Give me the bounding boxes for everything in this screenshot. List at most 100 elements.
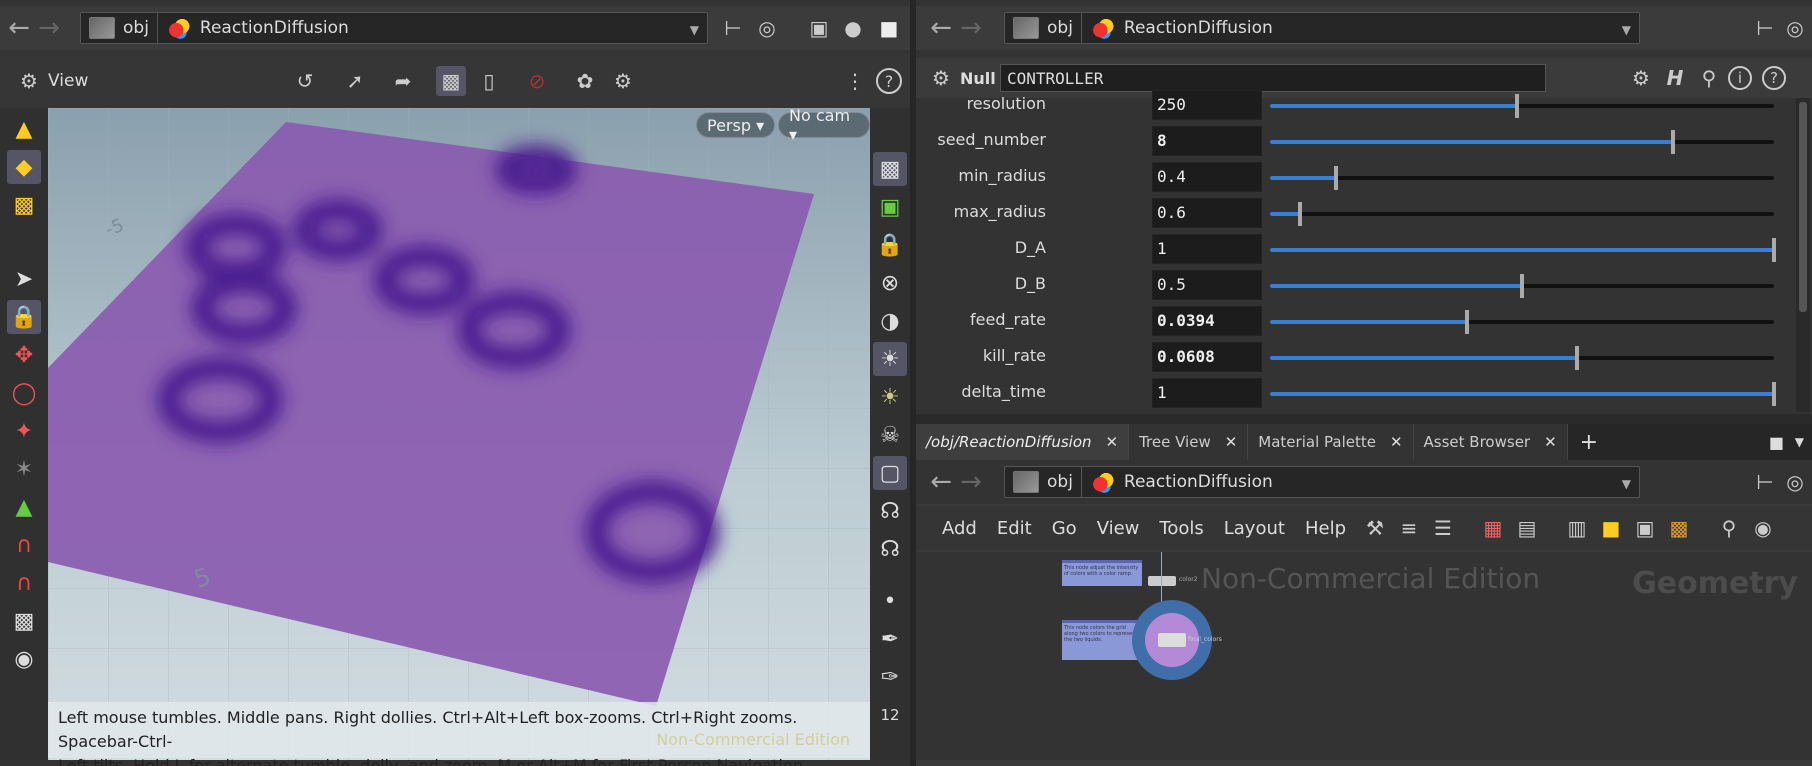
chevron-down-icon[interactable]: ▼ [1795,435,1804,449]
snap-magnet-icon[interactable]: ∩ [7,528,41,562]
dolly-tool-icon[interactable]: ➦ [388,66,418,96]
sticky-note-2[interactable]: This node colors the grid along two colo… [1062,620,1142,660]
slider-handle[interactable] [1333,166,1338,190]
chevron-down-icon[interactable]: ▼ [1622,23,1631,37]
camera-menu[interactable]: No cam ▾ [778,108,870,144]
menu-view[interactable]: View [1087,518,1150,539]
shading-mode-icon[interactable]: ▢ [873,456,907,490]
back-arrow-icon[interactable]: ← [926,467,956,497]
forward-arrow-icon[interactable]: → [956,13,986,43]
magnet-icon[interactable]: ∩ [7,566,41,600]
param-value-field[interactable]: 0.6 [1152,198,1262,228]
lock-camera-icon[interactable]: 🔒 [873,228,907,262]
param-value-field[interactable]: 0.4 [1152,162,1262,192]
menu-add[interactable]: Add [932,518,987,539]
3d-viewport[interactable]: -5 5 Persp ▾ No cam ▾ [48,108,870,760]
camera-lock-icon[interactable]: ▩ [436,66,466,96]
display-bounds-icon[interactable]: ▣ [873,190,907,224]
search-icon[interactable]: ⚲ [1714,513,1744,543]
construction-plane-icon[interactable]: ▩ [7,604,41,638]
param-slider[interactable] [1270,202,1774,226]
light-bulb-off-icon[interactable]: ☀ [873,380,907,414]
crumb-node[interactable]: ReactionDiffusion [158,13,357,43]
pane-divider[interactable] [910,0,916,766]
ghost-icon[interactable]: ☠ [873,418,907,452]
handle-tool-icon[interactable]: ✶ [7,452,41,486]
menu-help[interactable]: Help [1295,518,1356,539]
param-slider[interactable] [1270,346,1774,370]
crumb-obj[interactable]: obj [81,13,157,43]
pin-icon[interactable]: ⊢ [718,13,748,43]
slider-handle[interactable] [1514,94,1519,118]
tiles-icon[interactable]: ▤ [1512,513,1542,543]
rotate-tool-icon[interactable]: ✦ [7,414,41,448]
view-options-icon[interactable]: ⋮ [840,66,870,96]
brush-icon[interactable]: ✒ [873,622,907,656]
info-icon[interactable]: i [1728,66,1752,90]
light-bulb-icon[interactable]: ☀ [873,342,907,376]
param-value-field[interactable]: 1 [1152,378,1262,408]
slider-handle[interactable] [1298,202,1303,226]
back-arrow-icon[interactable]: ← [926,13,956,43]
forward-arrow-icon[interactable]: → [956,467,986,497]
tab-tree-view[interactable]: Tree View ✕ [1129,424,1249,460]
pose-tool-icon[interactable]: ▲ [7,490,41,524]
help-icon[interactable]: ? [876,68,902,94]
param-value-field[interactable]: 8 [1152,126,1262,156]
sticky-note-icon[interactable]: ■ [1596,513,1626,543]
slider-handle[interactable] [1520,274,1524,298]
crumb-node[interactable]: ReactionDiffusion [1082,13,1281,43]
chevron-down-icon[interactable]: ▼ [690,23,699,37]
maximize-icon[interactable]: ■ [1769,433,1784,452]
crumb-obj[interactable]: obj [1005,13,1081,43]
eye-icon[interactable]: ◉ [1748,513,1778,543]
tab-obj-reactiondiffusion[interactable]: /obj/ReactionDiffusion ✕ [916,424,1130,460]
param-value-field[interactable]: 0.0394 [1152,306,1262,336]
network-breadcrumb[interactable]: obj ReactionDiffusion ▼ [1004,466,1640,498]
param-slider[interactable] [1270,274,1774,298]
white-square-icon[interactable]: ■ [874,13,904,43]
pin-icon[interactable]: ⊢ [1750,467,1780,497]
select-tool-icon[interactable]: ➤ [7,262,41,296]
param-value-field[interactable]: 0.0608 [1152,342,1262,372]
grid-icon[interactable]: ▦ [1478,513,1508,543]
slider-handle[interactable] [1772,238,1776,262]
scale-tool-icon[interactable]: ◯ [7,376,41,410]
chevron-down-icon[interactable]: ▼ [1622,477,1631,491]
sticky-note-1[interactable]: This node adjust the intensity of colors… [1062,560,1142,586]
headlight-icon[interactable]: ◑ [873,304,907,338]
slider-handle[interactable] [1772,382,1776,406]
reel-icon[interactable]: ◉ [7,642,41,676]
selection-mode-points-icon[interactable]: ▲ [7,112,41,146]
transform-tool-icon[interactable]: ✥ [7,338,41,372]
display-grid-icon[interactable]: ▩ [873,152,907,186]
help-icon[interactable]: ? [1762,66,1786,90]
cube-icon[interactable]: ▣ [804,13,834,43]
network-editor[interactable]: Non-Commercial Edition Geometry This nod… [916,552,1812,760]
dot-icon[interactable]: • [873,584,907,618]
wrench-icon[interactable]: ⚒ [1360,513,1390,543]
no-entry-icon[interactable]: ⊘ [522,66,552,96]
color-node[interactable] [1148,576,1176,586]
menu-layout[interactable]: Layout [1214,518,1295,539]
visualize-2-icon[interactable]: ☊ [873,532,907,566]
param-value-field[interactable]: 0.5 [1152,270,1262,300]
link-target-icon[interactable]: ◎ [1780,467,1810,497]
param-scrollbar[interactable] [1796,98,1810,412]
tree-icon[interactable]: ≡ [1394,513,1424,543]
orbit-tool-icon[interactable]: ↺ [290,66,320,96]
lock-select-icon[interactable]: 🔒 [7,300,41,334]
close-icon[interactable]: ✕ [1106,433,1119,451]
close-circle-icon[interactable]: ⊗ [873,266,907,300]
param-value-field[interactable]: 1 [1152,234,1262,264]
add-tab-button[interactable]: + [1568,430,1610,455]
tab-asset-browser[interactable]: Asset Browser ✕ [1413,424,1568,460]
image-icon[interactable]: ▣ [1630,513,1660,543]
final-colors-node[interactable] [1158,633,1186,647]
param-slider[interactable] [1270,166,1774,190]
persp-menu[interactable]: Persp ▾ [696,112,776,138]
viewer-type-icon[interactable]: ⚙ [14,66,44,96]
visualize-icon[interactable]: ☊ [873,494,907,528]
pan-tool-icon[interactable]: ➚ [340,66,370,96]
menu-go[interactable]: Go [1042,518,1087,539]
